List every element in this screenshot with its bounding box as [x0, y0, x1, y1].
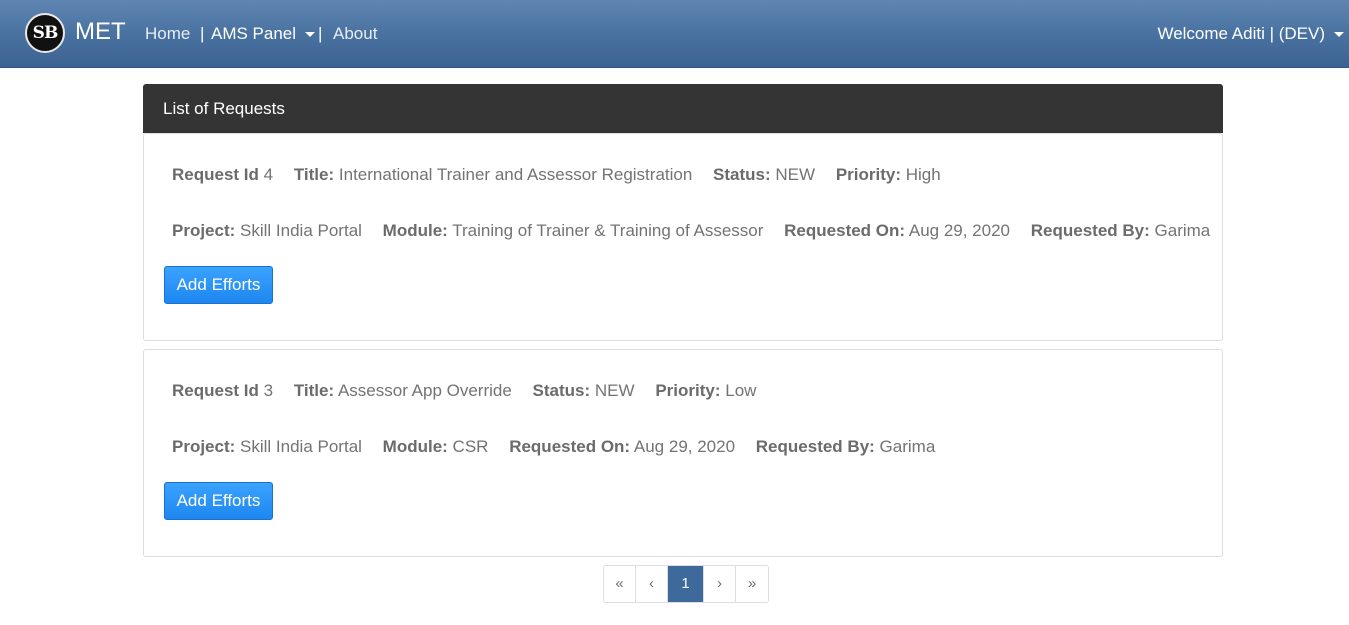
priority-label: Priority:: [655, 381, 721, 400]
status-label: Status:: [713, 165, 771, 184]
request-card: Request Id 4 Title: International Traine…: [143, 133, 1223, 341]
requested-on-label: Requested On:: [509, 437, 631, 456]
status-value: NEW: [594, 381, 635, 400]
request-card: Request Id 3 Title: Assessor App Overrid…: [143, 349, 1223, 557]
request-id-value: 3: [263, 381, 274, 400]
title-label: Title:: [293, 381, 335, 400]
project-value: Skill India Portal: [240, 437, 362, 456]
panel-title: List of Requests: [143, 84, 1223, 133]
user-menu-dropdown[interactable]: Welcome Aditi | (DEV): [1157, 24, 1344, 44]
requested-by-label: Requested By:: [755, 437, 875, 456]
priority-value: Low: [725, 381, 757, 400]
welcome-text: Welcome Aditi | (DEV): [1157, 24, 1325, 43]
status-value: NEW: [775, 165, 816, 184]
module-value: Training of Trainer & Training of Assess…: [452, 221, 764, 240]
nav-about-link[interactable]: About: [333, 24, 377, 44]
requested-on-label: Requested On:: [784, 221, 906, 240]
pagination-current-page[interactable]: 1: [668, 566, 704, 602]
requested-by-value: Garima: [879, 437, 936, 456]
module-label: Module:: [382, 221, 448, 240]
request-summary-row: Request Id 3 Title: Assessor App Overrid…: [172, 381, 772, 401]
requested-by-value: Garima: [1154, 221, 1211, 240]
project-value: Skill India Portal: [240, 221, 362, 240]
requested-on-value: Aug 29, 2020: [908, 221, 1011, 240]
caret-down-icon: [1334, 32, 1344, 38]
pagination-last-button[interactable]: »: [736, 566, 768, 602]
top-navbar: SB MET Home | AMS Panel | About Welcome …: [0, 0, 1349, 68]
project-label: Project:: [172, 437, 236, 456]
requested-by-label: Requested By:: [1030, 221, 1150, 240]
nav-separator: |: [318, 24, 323, 43]
caret-down-icon: [305, 32, 316, 38]
nav-separator: |: [200, 24, 205, 43]
add-efforts-button[interactable]: Add Efforts: [164, 266, 273, 304]
project-label: Project:: [172, 221, 236, 240]
module-value: CSR: [452, 437, 489, 456]
add-efforts-button[interactable]: Add Efforts: [164, 482, 273, 520]
title-value: International Trainer and Assessor Regis…: [338, 165, 693, 184]
priority-value: High: [905, 165, 941, 184]
pagination-next-button[interactable]: ›: [704, 566, 736, 602]
title-value: Assessor App Override: [337, 381, 512, 400]
request-summary-row: Request Id 4 Title: International Traine…: [172, 165, 957, 185]
priority-label: Priority:: [835, 165, 901, 184]
module-label: Module:: [382, 437, 448, 456]
pagination: « ‹ 1 › »: [603, 565, 769, 603]
requested-on-value: Aug 29, 2020: [633, 437, 736, 456]
title-label: Title:: [293, 165, 335, 184]
brand-name[interactable]: MET: [75, 18, 126, 46]
request-id-label: Request Id: [172, 381, 259, 400]
nav-home-link[interactable]: Home: [145, 24, 190, 44]
request-details-row: Project: Skill India Portal Module: Trai…: [172, 221, 1226, 241]
logo-icon[interactable]: SB: [25, 13, 65, 53]
request-id-value: 4: [263, 165, 274, 184]
pagination-first-button[interactable]: «: [604, 566, 636, 602]
request-id-label: Request Id: [172, 165, 259, 184]
request-details-row: Project: Skill India Portal Module: CSR …: [172, 437, 951, 457]
status-label: Status:: [532, 381, 591, 400]
nav-ams-panel-dropdown[interactable]: AMS Panel: [211, 24, 316, 44]
nav-ams-panel-label: AMS Panel: [211, 24, 297, 43]
pagination-prev-button[interactable]: ‹: [636, 566, 668, 602]
